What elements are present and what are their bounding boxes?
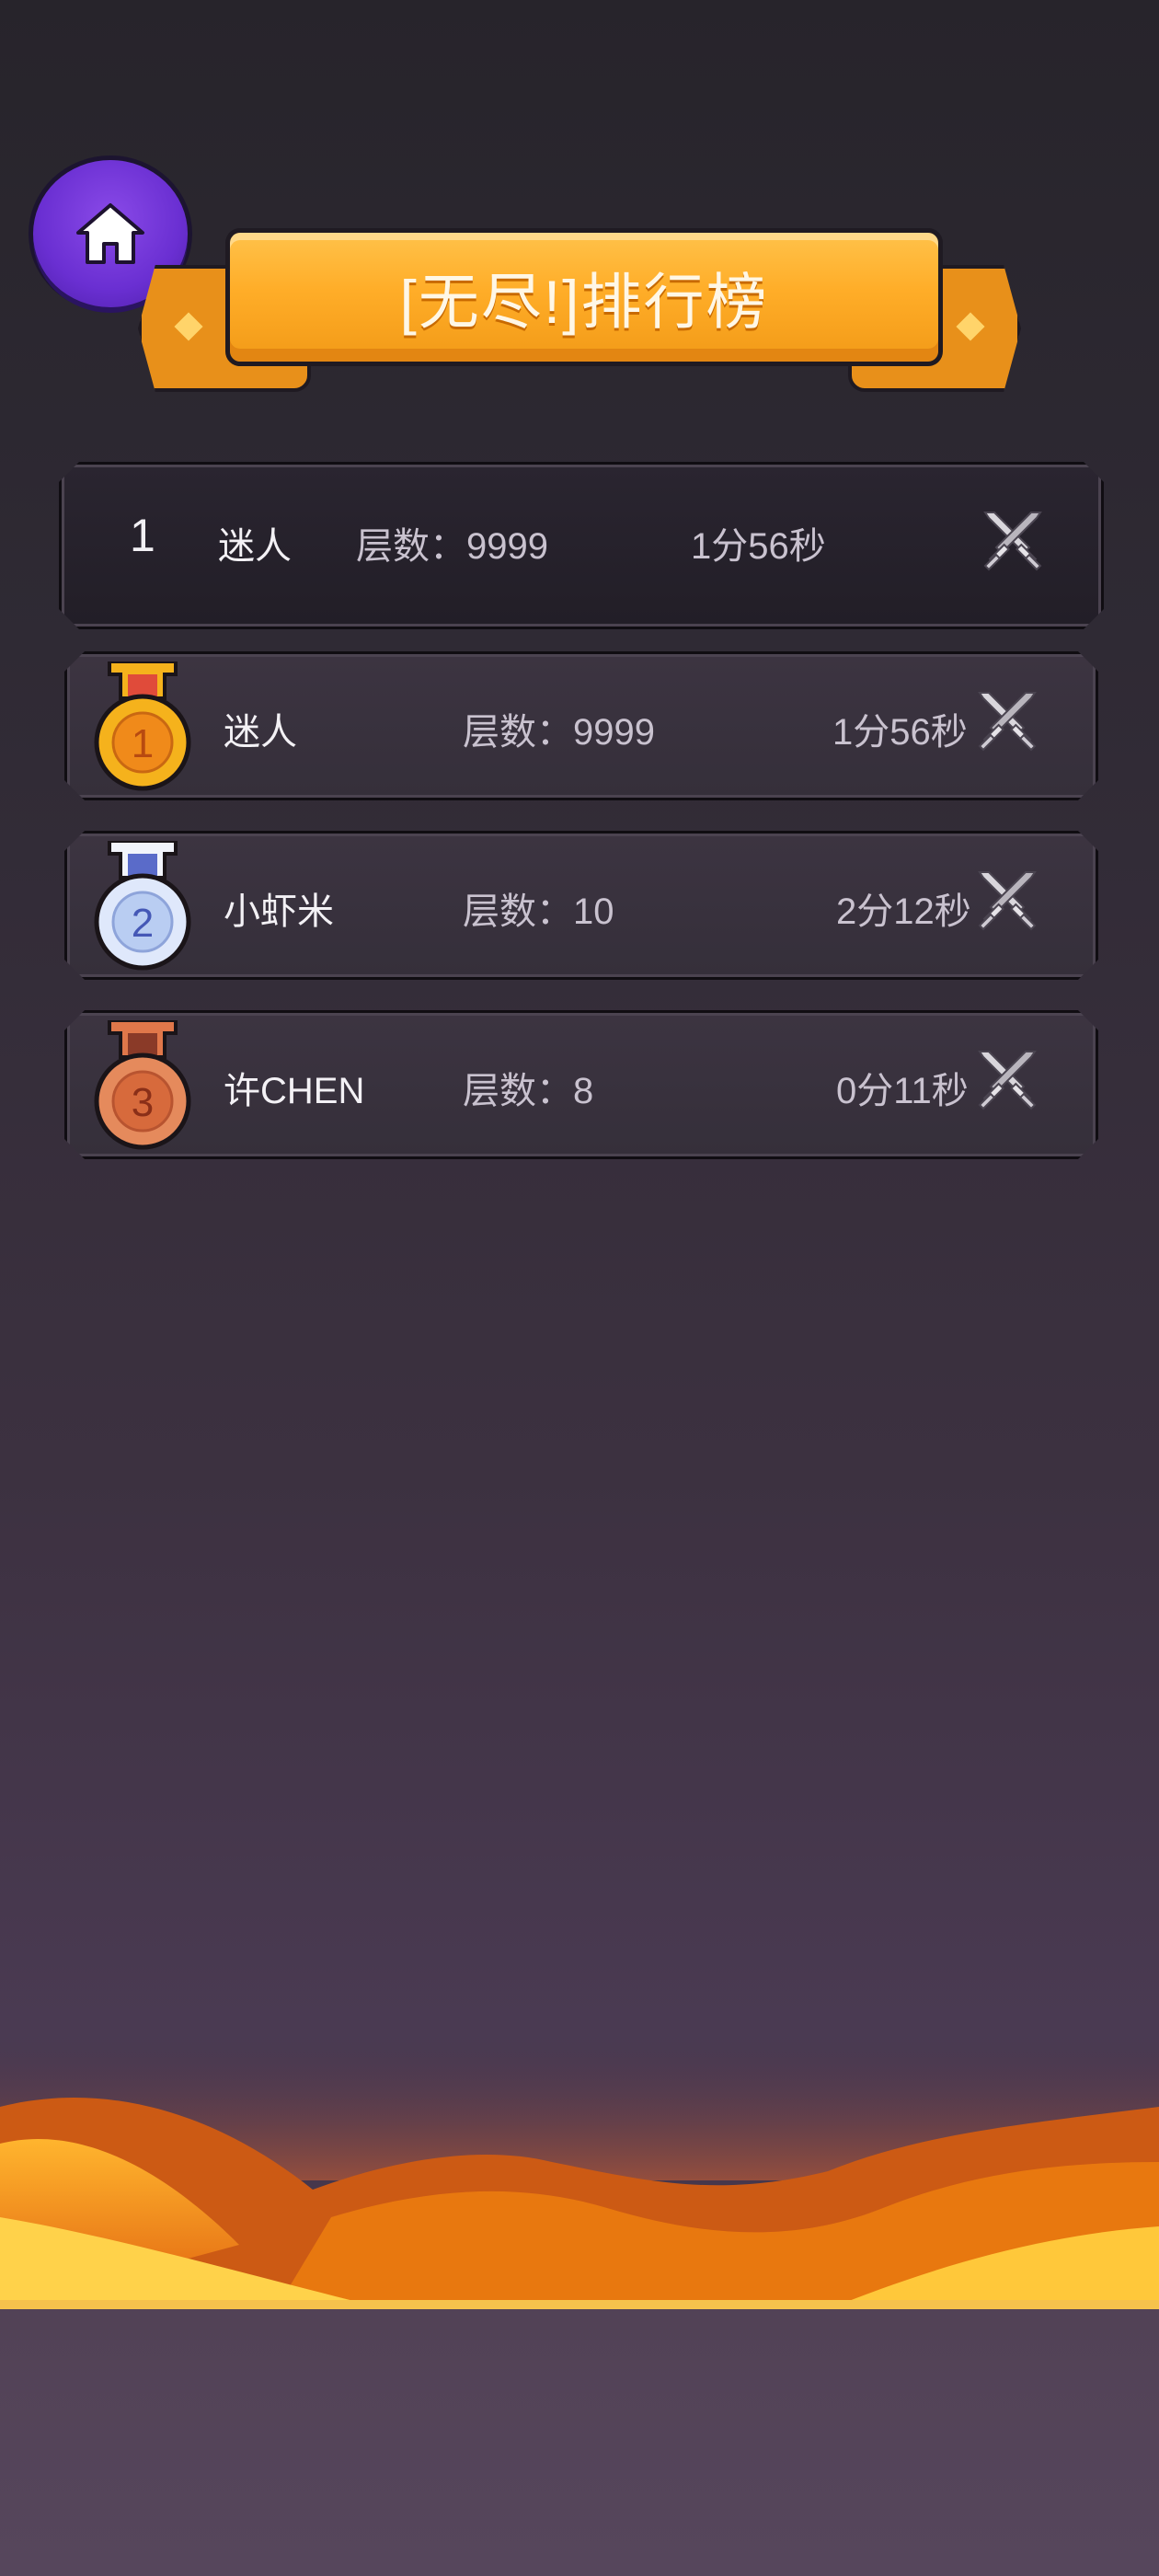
page-title: [无尽!]排行榜 [399, 268, 769, 336]
leaderboard-row-3: 3 许CHEN 层数：8 0分11秒 [64, 1010, 1098, 1159]
crossed-swords-icon[interactable] [974, 1050, 1040, 1116]
clear-time: 2分12秒 [836, 891, 971, 932]
medal-rank-number: 2 [132, 901, 154, 946]
gold-treasure-pile [0, 2042, 1159, 2309]
floor-count: 层数：10 [463, 891, 614, 932]
home-icon [76, 203, 144, 264]
player-name: 小虾米 [224, 891, 334, 932]
floor-count: 层数：8 [463, 1071, 594, 1111]
title-banner: [无尽!]排行榜 [138, 228, 1021, 394]
my-clear-time: 1分56秒 [691, 526, 826, 567]
player-name: 许CHEN [224, 1071, 365, 1111]
crossed-swords-icon[interactable] [974, 870, 1040, 937]
silver-medal-icon: 2 [89, 841, 196, 973]
my-rank-row: 1 迷人 层数：9999 1分56秒 [59, 462, 1104, 629]
crossed-swords-icon[interactable] [974, 691, 1040, 757]
clear-time: 0分11秒 [836, 1071, 969, 1111]
medal-rank-number: 1 [132, 721, 154, 766]
my-floor-count: 层数：9999 [356, 526, 548, 567]
player-name: 迷人 [224, 712, 297, 753]
clear-time: 1分56秒 [832, 712, 968, 753]
gold-medal-icon: 1 [89, 661, 196, 794]
my-rank-number: 1 [130, 510, 155, 561]
banner-main: [无尽!]排行榜 [225, 228, 943, 366]
leaderboard-row-1: 1 迷人 层数：9999 1分56秒 [64, 651, 1098, 800]
bronze-medal-icon: 3 [89, 1020, 196, 1153]
my-player-name: 迷人 [218, 526, 292, 567]
floor-count: 层数：9999 [463, 712, 655, 753]
crossed-swords-icon[interactable] [980, 511, 1046, 577]
medal-rank-number: 3 [132, 1080, 154, 1125]
leaderboard-row-2: 2 小虾米 层数：10 2分12秒 [64, 831, 1098, 980]
